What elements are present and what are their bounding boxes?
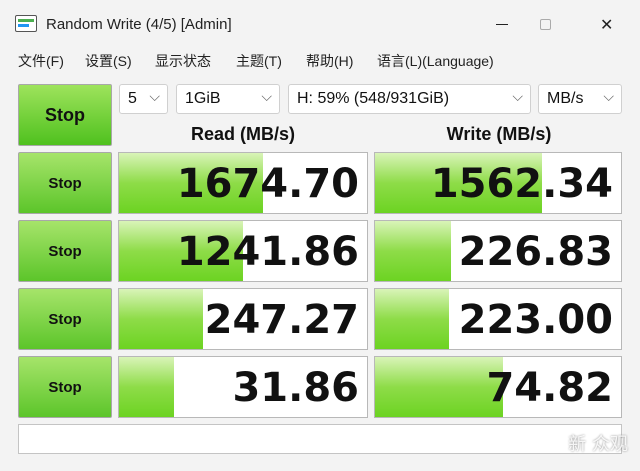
test-size-select[interactable]: 1GiB ⌵: [176, 84, 280, 114]
read-result-cell: 31.86: [118, 356, 368, 418]
row-stop-button[interactable]: Stop: [18, 356, 112, 418]
drive-select[interactable]: H: 59% (548/931GiB) ⌵: [288, 84, 531, 114]
row-stop-button[interactable]: Stop: [18, 220, 112, 282]
write-result-cell: 226.83: [374, 220, 622, 282]
write-result-cell: 223.00: [374, 288, 622, 350]
minimize-icon: [496, 24, 508, 25]
menu-help[interactable]: 帮助(H): [306, 51, 353, 71]
menu-file[interactable]: 文件(F): [18, 51, 64, 71]
write-value: 226.83: [458, 229, 613, 275]
read-level-bar: [119, 357, 174, 417]
read-value: 31.86: [232, 365, 359, 411]
maximize-icon: [540, 19, 551, 30]
maximize-button[interactable]: [526, 10, 566, 40]
write-result-cell: 74.82: [374, 356, 622, 418]
read-value: 1674.70: [176, 161, 359, 207]
drive-value: H: 59% (548/931GiB): [297, 90, 450, 107]
title-bar: Random Write (4/5) [Admin] ✕: [0, 0, 640, 46]
row-stop-button[interactable]: Stop: [18, 152, 112, 214]
app-icon: [15, 15, 37, 32]
test-size-value: 1GiB: [185, 90, 221, 107]
window-title: Random Write (4/5) [Admin]: [46, 16, 232, 33]
write-result-cell: 1562.34: [374, 152, 622, 214]
write-value: 74.82: [486, 365, 613, 411]
close-button[interactable]: ✕: [587, 10, 627, 40]
test-count-select[interactable]: 5 ⌵: [119, 84, 168, 114]
write-value: 223.00: [458, 297, 613, 343]
test-count-value: 5: [128, 90, 137, 107]
unit-value: MB/s: [547, 90, 584, 107]
read-result-cell: 1241.86: [118, 220, 368, 282]
chevron-down-icon: ⌵: [261, 89, 272, 105]
read-result-cell: 247.27: [118, 288, 368, 350]
stop-all-button[interactable]: Stop: [18, 84, 112, 146]
minimize-button[interactable]: [482, 10, 522, 40]
write-value: 1562.34: [430, 161, 613, 207]
watermark: 新 众观: [568, 434, 628, 455]
write-level-bar: [375, 221, 452, 281]
row-stop-button[interactable]: Stop: [18, 288, 112, 350]
read-result-cell: 1674.70: [118, 152, 368, 214]
read-value: 1241.86: [176, 229, 359, 275]
menu-display-status[interactable]: 显示状态: [155, 51, 211, 71]
write-column-header: Write (MB/s): [446, 124, 552, 144]
unit-select[interactable]: MB/s ⌵: [538, 84, 622, 114]
menu-settings[interactable]: 设置(S): [85, 51, 132, 71]
close-icon: ✕: [600, 15, 614, 34]
chevron-down-icon: ⌵: [512, 89, 523, 105]
comment-field[interactable]: [18, 424, 622, 454]
write-level-bar: [375, 289, 449, 349]
chevron-down-icon: ⌵: [603, 89, 614, 105]
read-column-header: Read (MB/s): [190, 124, 295, 144]
menu-theme[interactable]: 主题(T): [236, 51, 282, 71]
menu-bar: 文件(F) 设置(S) 显示状态 主题(T) 帮助(H) 语言(L)(Langu…: [0, 46, 640, 74]
chevron-down-icon: ⌵: [149, 89, 160, 105]
write-level-bar: [375, 357, 503, 417]
read-value: 247.27: [204, 297, 359, 343]
read-level-bar: [119, 289, 204, 349]
menu-language[interactable]: 语言(L)(Language): [377, 51, 494, 71]
